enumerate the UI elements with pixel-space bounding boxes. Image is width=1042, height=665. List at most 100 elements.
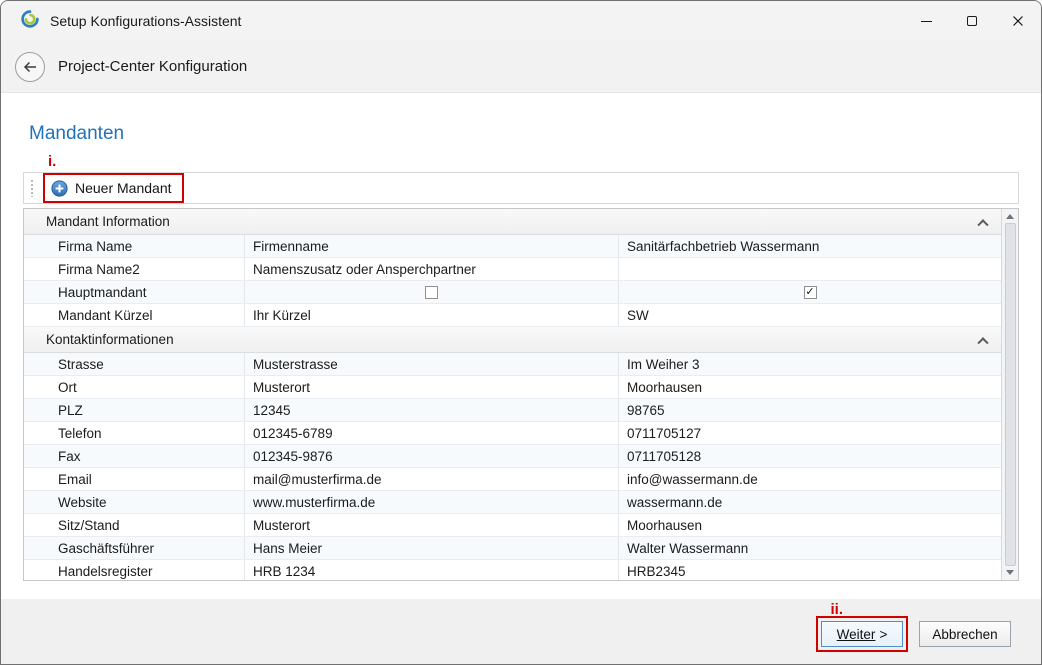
cell-left (245, 281, 619, 303)
cell-left[interactable]: mail@musterfirma.de (245, 468, 619, 490)
window-controls (903, 1, 1041, 41)
plus-circle-icon (51, 180, 68, 197)
cell-right[interactable]: 0711705127 (619, 422, 1001, 444)
cell-left[interactable]: Firmenname (245, 235, 619, 257)
grid-row: Emailmail@musterfirma.deinfo@wassermann.… (24, 468, 1001, 491)
weiter-label: Weiter (837, 627, 876, 642)
new-mandant-label: Neuer Mandant (75, 180, 172, 196)
vertical-scrollbar[interactable] (1001, 209, 1018, 580)
page-header-title: Project-Center Konfiguration (58, 58, 247, 75)
app-logo-icon (21, 10, 39, 33)
cell-left[interactable]: www.musterfirma.de (245, 491, 619, 513)
close-button[interactable] (995, 1, 1041, 41)
cell-right[interactable]: Sanitärfachbetrieb Wassermann (619, 235, 1001, 257)
back-arrow-icon (23, 61, 37, 73)
row-label: Mandant Kürzel (24, 304, 245, 326)
content-area: Mandanten i. Neuer Mandant (1, 93, 1041, 599)
section-title: Mandant Information (46, 214, 170, 229)
row-label: Website (24, 491, 245, 513)
wizard-header: Project-Center Konfiguration (1, 41, 1041, 93)
cell-left[interactable]: 012345-9876 (245, 445, 619, 467)
row-label: Fax (24, 445, 245, 467)
cell-right[interactable]: SW (619, 304, 1001, 326)
cell-left[interactable]: HRB 1234 (245, 560, 619, 580)
new-mandant-button[interactable]: Neuer Mandant (51, 180, 172, 197)
grid-row: HandelsregisterHRB 1234HRB2345 (24, 560, 1001, 580)
property-grid: Mandant InformationFirma NameFirmennameS… (23, 208, 1019, 581)
scroll-up-icon[interactable] (1006, 214, 1014, 219)
chevron-up-icon[interactable] (977, 337, 988, 348)
cell-left[interactable]: Ihr Kürzel (245, 304, 619, 326)
cell-left[interactable]: 012345-6789 (245, 422, 619, 444)
weiter-arrow: > (879, 627, 887, 642)
cell-right[interactable]: Walter Wassermann (619, 537, 1001, 559)
row-label: Hauptmandant (24, 281, 245, 303)
scroll-down-icon[interactable] (1006, 570, 1014, 575)
cell-left[interactable]: Hans Meier (245, 537, 619, 559)
grid-row: GaschäftsführerHans MeierWalter Wasserma… (24, 537, 1001, 560)
checkbox-unchecked[interactable] (425, 286, 438, 299)
row-label: Firma Name2 (24, 258, 245, 280)
cell-left[interactable]: Namenszusatz oder Ansperchpartner (245, 258, 619, 280)
row-label: Handelsregister (24, 560, 245, 580)
wizard-window: Setup Konfigurations-Assistent Project-C… (0, 0, 1042, 665)
scrollbar-thumb[interactable] (1005, 223, 1016, 566)
abbrechen-button[interactable]: Abbrechen (919, 621, 1011, 647)
section-title: Kontaktinformationen (46, 332, 174, 347)
grid-row: PLZ1234598765 (24, 399, 1001, 422)
footer: ii. Weiter > Abbrechen (1, 599, 1041, 664)
grid-row: Hauptmandant ✓ (24, 281, 1001, 304)
titlebar: Setup Konfigurations-Assistent (1, 1, 1041, 41)
cell-left[interactable]: 12345 (245, 399, 619, 421)
row-label: Strasse (24, 353, 245, 375)
footer-buttons: Weiter > Abbrechen (816, 616, 1011, 652)
page-title: Mandanten (29, 123, 1041, 145)
grid-row: Websitewww.musterfirma.dewassermann.de (24, 491, 1001, 514)
cell-right[interactable]: 98765 (619, 399, 1001, 421)
section-header[interactable]: Mandant Information (24, 209, 1001, 235)
grid-row: StrasseMusterstrasseIm Weiher 3 (24, 353, 1001, 376)
row-label: Sitz/Stand (24, 514, 245, 536)
checkbox-checked[interactable]: ✓ (804, 286, 817, 299)
toolbar: Neuer Mandant (23, 172, 1019, 204)
row-label: Ort (24, 376, 245, 398)
annotation-highlight-i: Neuer Mandant (43, 173, 184, 203)
annotation-step-i: i. (48, 154, 1041, 169)
cell-right[interactable] (619, 258, 1001, 280)
toolbar-grip-icon[interactable] (30, 179, 35, 197)
cell-left[interactable]: Musterstrasse (245, 353, 619, 375)
window-title: Setup Konfigurations-Assistent (50, 13, 241, 29)
weiter-button[interactable]: Weiter > (821, 621, 903, 647)
chevron-up-icon[interactable] (977, 219, 988, 230)
maximize-button[interactable] (949, 1, 995, 41)
row-label: Telefon (24, 422, 245, 444)
cell-right[interactable]: Moorhausen (619, 514, 1001, 536)
cell-right[interactable]: Moorhausen (619, 376, 1001, 398)
cell-left[interactable]: Musterort (245, 376, 619, 398)
grid-row: OrtMusterortMoorhausen (24, 376, 1001, 399)
cell-left[interactable]: Musterort (245, 514, 619, 536)
cell-right[interactable]: 0711705128 (619, 445, 1001, 467)
minimize-icon (921, 21, 932, 22)
grid-row: Mandant KürzelIhr KürzelSW (24, 304, 1001, 327)
annotation-highlight-ii: Weiter > (816, 616, 908, 652)
row-label: Email (24, 468, 245, 490)
grid-row: Telefon012345-67890711705127 (24, 422, 1001, 445)
cell-right[interactable]: HRB2345 (619, 560, 1001, 580)
cell-right[interactable]: Im Weiher 3 (619, 353, 1001, 375)
grid-row: Fax012345-98760711705128 (24, 445, 1001, 468)
grid-row: Firma Name2Namenszusatz oder Ansperchpar… (24, 258, 1001, 281)
back-button[interactable] (15, 52, 45, 82)
row-label: Gaschäftsführer (24, 537, 245, 559)
cell-right: ✓ (619, 281, 1001, 303)
grid-row: Sitz/StandMusterortMoorhausen (24, 514, 1001, 537)
cell-right[interactable]: info@wassermann.de (619, 468, 1001, 490)
cell-right[interactable]: wassermann.de (619, 491, 1001, 513)
property-grid-rows: Mandant InformationFirma NameFirmennameS… (24, 209, 1001, 580)
row-label: PLZ (24, 399, 245, 421)
close-icon (1012, 15, 1024, 27)
annotation-step-ii: ii. (830, 602, 843, 617)
minimize-button[interactable] (903, 1, 949, 41)
section-header[interactable]: Kontaktinformationen (24, 327, 1001, 353)
maximize-icon (967, 16, 977, 26)
